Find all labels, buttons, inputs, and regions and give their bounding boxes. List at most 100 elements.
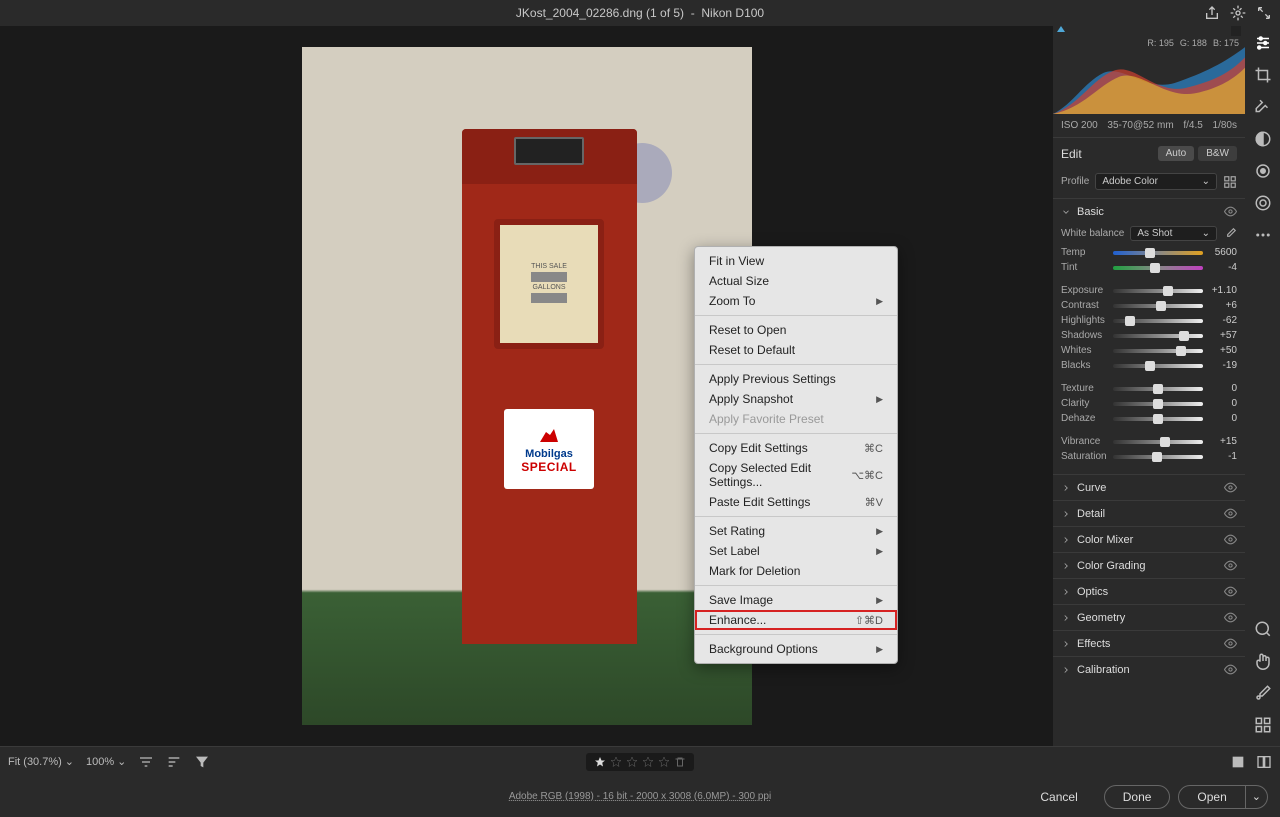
chevron-right-icon — [1061, 665, 1071, 675]
filmstrip-icon[interactable] — [1254, 716, 1272, 734]
eye-icon[interactable] — [1224, 481, 1237, 494]
eye-icon[interactable] — [1224, 585, 1237, 598]
ctx-copy-edit[interactable]: Copy Edit Settings⌘C — [695, 438, 897, 458]
canvas[interactable]: THIS SALE GALLONS Mobilgas SPECIAL Fit i… — [0, 26, 1053, 746]
ctx-reset-open[interactable]: Reset to Open — [695, 320, 897, 340]
blacks-slider[interactable]: Blacks -19 — [1061, 360, 1237, 371]
open-dropdown[interactable]: ⌄ — [1246, 785, 1268, 809]
vibrance-label: Vibrance — [1061, 436, 1109, 447]
clarity-slider[interactable]: Clarity 0 — [1061, 398, 1237, 409]
star-icon[interactable] — [594, 756, 606, 768]
curve-header[interactable]: Curve — [1053, 475, 1245, 500]
saturation-slider[interactable]: Saturation -1 — [1061, 451, 1237, 462]
dehaze-label: Dehaze — [1061, 413, 1109, 424]
zoom-tool-icon[interactable] — [1254, 620, 1272, 638]
color_mixer-header[interactable]: Color Mixer — [1053, 527, 1245, 552]
presets-icon[interactable] — [1254, 194, 1272, 212]
more-icon[interactable] — [1254, 226, 1272, 244]
rating-strip[interactable] — [586, 753, 694, 771]
ctx-set-label[interactable]: Set Label▶ — [695, 541, 897, 561]
redeye-tool-icon[interactable] — [1254, 162, 1272, 180]
star-icon[interactable] — [610, 756, 622, 768]
auto-button[interactable]: Auto — [1158, 146, 1195, 161]
optics-header[interactable]: Optics — [1053, 579, 1245, 604]
vibrance-value: +15 — [1207, 436, 1237, 447]
healing-tool-icon[interactable] — [1254, 98, 1272, 116]
star-icon[interactable] — [658, 756, 670, 768]
highlight-clip-icon[interactable] — [1231, 26, 1241, 36]
gear-icon[interactable] — [1230, 5, 1246, 21]
chevron-right-icon — [1061, 535, 1071, 545]
eye-icon[interactable] — [1224, 559, 1237, 572]
cancel-button[interactable]: Cancel — [1022, 786, 1095, 808]
ctx-mark-deletion[interactable]: Mark for Deletion — [695, 561, 897, 581]
color_grading-header[interactable]: Color Grading — [1053, 553, 1245, 578]
eye-icon[interactable] — [1224, 663, 1237, 676]
compare-view-icon[interactable] — [1256, 754, 1272, 770]
crop-tool-icon[interactable] — [1254, 66, 1272, 84]
ctx-paste-edit[interactable]: Paste Edit Settings⌘V — [695, 492, 897, 512]
filter-icon-2[interactable] — [166, 754, 182, 770]
ctx-actual-size[interactable]: Actual Size — [695, 271, 897, 291]
eyedropper-icon[interactable] — [1223, 227, 1237, 241]
camera-model: Nikon D100 — [701, 6, 764, 20]
ctx-apply-previous[interactable]: Apply Previous Settings — [695, 369, 897, 389]
share-icon[interactable] — [1204, 5, 1220, 21]
effects-header[interactable]: Effects — [1053, 631, 1245, 656]
toggle-sampler-icon[interactable] — [1254, 684, 1272, 702]
texture-slider[interactable]: Texture 0 — [1061, 383, 1237, 394]
contrast-label: Contrast — [1061, 300, 1109, 311]
profile-select[interactable]: Adobe Color⌄ — [1095, 173, 1217, 190]
ctx-enhance[interactable]: Enhance...⇧⌘D — [695, 610, 897, 630]
basic-header[interactable]: Basic — [1053, 199, 1245, 224]
fit-zoom-select[interactable]: Fit (30.7%) ⌄ — [8, 755, 74, 768]
ctx-save-image[interactable]: Save Image▶ — [695, 590, 897, 610]
sort-icon[interactable] — [138, 754, 154, 770]
shadow-clip-icon[interactable] — [1057, 26, 1065, 32]
open-button[interactable]: Open — [1178, 785, 1245, 809]
funnel-icon[interactable] — [194, 754, 210, 770]
edit-tool-icon[interactable] — [1254, 34, 1272, 52]
tint-slider[interactable]: Tint -4 — [1061, 262, 1237, 273]
single-view-icon[interactable] — [1230, 754, 1246, 770]
eye-icon[interactable] — [1224, 637, 1237, 650]
eye-icon[interactable] — [1224, 533, 1237, 546]
trash-icon[interactable] — [674, 756, 686, 768]
bw-button[interactable]: B&W — [1198, 146, 1237, 161]
ctx-zoom-to[interactable]: Zoom To▶ — [695, 291, 897, 311]
fullscreen-icon[interactable] — [1256, 5, 1272, 21]
eye-icon[interactable] — [1224, 611, 1237, 624]
ctx-apply-snapshot[interactable]: Apply Snapshot▶ — [695, 389, 897, 409]
ctx-set-rating[interactable]: Set Rating▶ — [695, 521, 897, 541]
temp-slider[interactable]: Temp 5600 — [1061, 247, 1237, 258]
ctx-copy-selected[interactable]: Copy Selected Edit Settings...⌥⌘C — [695, 458, 897, 492]
vibrance-slider[interactable]: Vibrance +15 — [1061, 436, 1237, 447]
geometry-header[interactable]: Geometry — [1053, 605, 1245, 630]
whites-slider[interactable]: Whites +50 — [1061, 345, 1237, 356]
detail-header[interactable]: Detail — [1053, 501, 1245, 526]
exposure-slider[interactable]: Exposure +1.10 — [1061, 285, 1237, 296]
dehaze-slider[interactable]: Dehaze 0 — [1061, 413, 1237, 424]
calibration-header[interactable]: Calibration — [1053, 657, 1245, 682]
eye-icon[interactable] — [1224, 205, 1237, 218]
shadows-label: Shadows — [1061, 330, 1109, 341]
profile-browser-icon[interactable] — [1223, 175, 1237, 189]
highlights-slider[interactable]: Highlights -62 — [1061, 315, 1237, 326]
contrast-slider[interactable]: Contrast +6 — [1061, 300, 1237, 311]
star-icon[interactable] — [626, 756, 638, 768]
zoom-percent-select[interactable]: 100% ⌄ — [86, 755, 126, 768]
ctx-background[interactable]: Background Options▶ — [695, 639, 897, 659]
wb-select[interactable]: As Shot⌄ — [1130, 226, 1217, 241]
eye-icon[interactable] — [1224, 507, 1237, 520]
shadows-slider[interactable]: Shadows +57 — [1061, 330, 1237, 341]
chevron-right-icon — [1061, 483, 1071, 493]
ctx-fit-in-view[interactable]: Fit in View — [695, 251, 897, 271]
star-icon[interactable] — [642, 756, 654, 768]
done-button[interactable]: Done — [1104, 785, 1171, 809]
ctx-reset-default[interactable]: Reset to Default — [695, 340, 897, 360]
file-info[interactable]: Adobe RGB (1998) - 16 bit - 2000 x 3008 … — [509, 791, 771, 802]
dehaze-value: 0 — [1207, 413, 1237, 424]
masking-tool-icon[interactable] — [1254, 130, 1272, 148]
histogram[interactable]: R: 195 G: 188 B: 175 — [1053, 26, 1245, 114]
hand-tool-icon[interactable] — [1254, 652, 1272, 670]
